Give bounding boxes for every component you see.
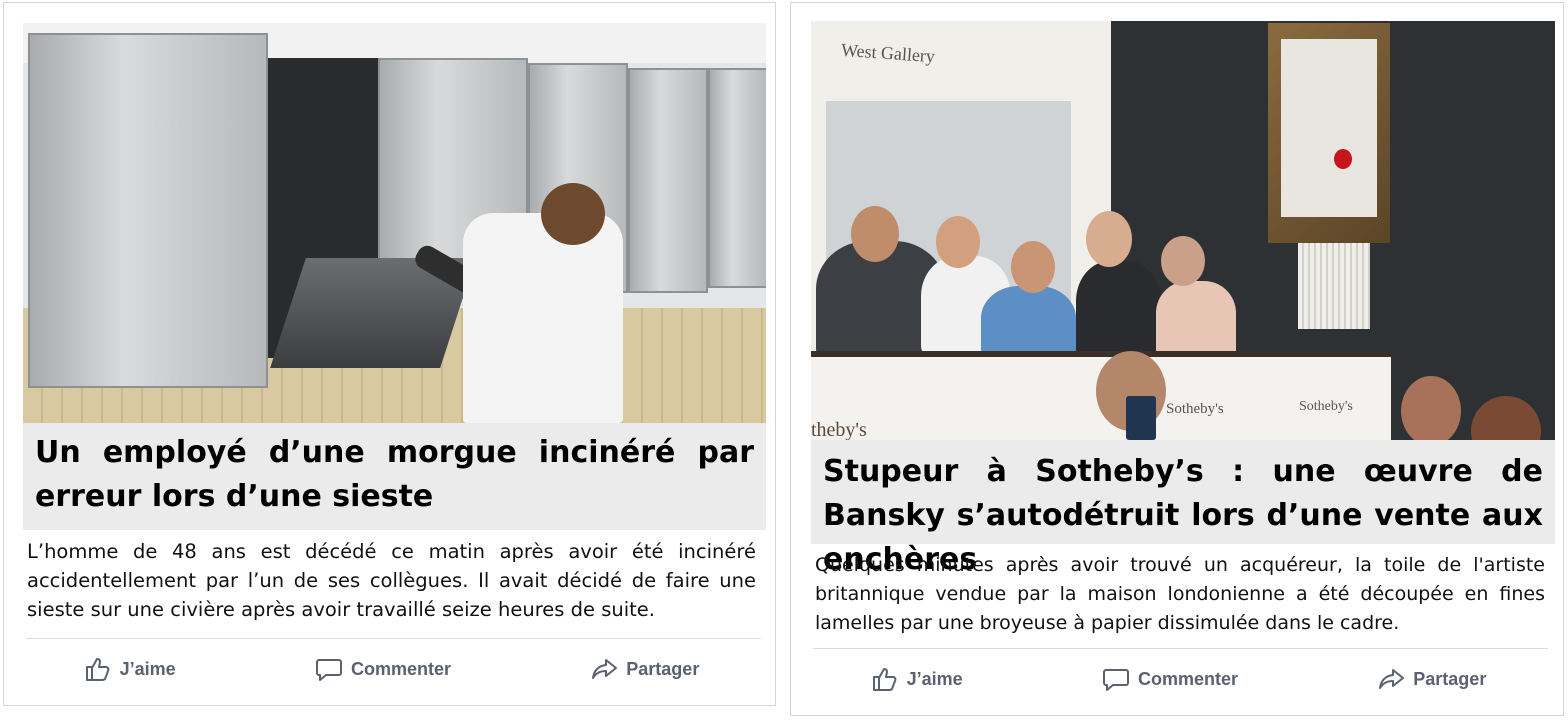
photo-fridge-door [708,68,766,288]
comment-button[interactable]: Commenter [1102,665,1238,693]
share-button[interactable]: Partager [590,655,699,683]
divider [813,648,1548,649]
photo-face [1011,241,1055,293]
news-post-sothebys: West Gallery theby's Sotheby's Sotheby's… [790,2,1564,716]
desk-logo: Sotheby's [1299,399,1353,414]
photo-person [1076,261,1161,361]
photo-red-balloon [1334,149,1352,169]
speech-bubble-icon [1102,669,1129,691]
post-headline[interactable]: Stupeur à Sotheby’s : une œuvre de Bansk… [811,440,1555,577]
photo-face [936,216,980,268]
desk-logo: theby's [811,419,867,440]
divider [26,638,761,639]
post-action-bar: J’aime Commenter Partager [801,661,1556,697]
comment-label: Commenter [350,658,451,679]
post-headline[interactable]: Un employé d’une morgue incinéré par err… [23,423,766,530]
thumbs-up-icon [872,668,897,691]
post-summary: Quelques minutes après avoir trouvé un a… [815,554,1545,634]
post-photo-morgue[interactable] [23,23,766,423]
photo-person-white-coat [463,213,623,423]
photo-canvas [1281,39,1377,217]
photo-person-head [541,183,605,245]
photo-fridge-door [28,33,268,388]
speech-bubble-icon [315,659,342,681]
photo-face [1401,376,1461,440]
photo-face [1161,236,1205,286]
like-button[interactable]: J’aime [84,655,176,683]
like-label: J’aime [906,668,963,689]
post-photo-auction[interactable]: West Gallery theby's Sotheby's Sotheby's [811,21,1555,440]
photo-phone [1126,396,1156,440]
like-button[interactable]: J’aime [871,665,963,693]
share-label: Partager [626,658,700,679]
comment-button[interactable]: Commenter [315,655,451,683]
news-post-morgue: Un employé d’une morgue incinéré par err… [3,2,776,706]
share-label: Partager [1413,668,1487,689]
like-label: J’aime [119,658,176,679]
comment-label: Commenter [1137,668,1238,689]
share-arrow-icon [1379,669,1405,689]
post-action-bar: J’aime Commenter Partager [14,651,769,687]
post-summary: L’homme de 48 ans est décédé ce matin ap… [27,540,756,621]
photo-fridge-door [628,68,708,293]
photo-person [1156,281,1236,361]
share-button[interactable]: Partager [1377,665,1486,693]
photo-face [851,206,899,262]
thumbs-up-icon [85,658,110,681]
share-arrow-icon [592,659,618,679]
photo-shredded-strips [1298,243,1370,329]
desk-logo: Sotheby's [1166,401,1224,417]
photo-face [1086,211,1132,267]
